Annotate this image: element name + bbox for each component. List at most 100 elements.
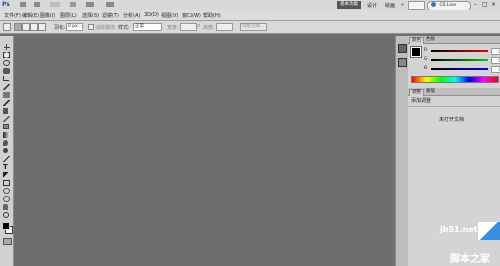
width-label: 宽度: [167,25,179,31]
canvas-workspace[interactable] [14,36,395,266]
menu-window[interactable]: 窗口(W) [182,12,201,19]
menu-image[interactable]: 图像(I) [40,12,55,19]
color-spectrum-bar[interactable] [411,76,499,83]
tab-masks[interactable]: 蒙版 [424,89,437,95]
cs-live-label: CS Live [439,3,457,8]
watermark-site: jb51.net [440,225,478,234]
menu-3d[interactable]: 3D(D) [144,12,159,18]
new-selection-icon[interactable] [14,23,22,31]
history-panel-icon[interactable] [398,44,407,53]
watermark-banner-shape [478,222,500,240]
adjustments-title: 添加调整 [411,98,432,104]
menu-file[interactable]: 文件(F) [4,12,21,19]
launch-bridge-button[interactable] [20,2,26,7]
green-value[interactable]: 0 [491,57,500,64]
zoom-tool-icon[interactable] [3,212,9,218]
menu-layer[interactable]: 图层(L) [60,12,77,19]
intersect-selection-icon[interactable] [38,23,46,31]
menu-help[interactable]: 帮助(H) [203,12,221,19]
maximize-button[interactable]: □ [482,1,488,8]
tool-preset-picker[interactable] [3,23,11,31]
height-label: 高度: [203,25,215,31]
menu-select[interactable]: 选择(S) [82,12,99,19]
red-value[interactable]: 0 [491,48,500,55]
path-selection-tool-icon[interactable] [3,172,8,178]
workspace-essentials-label: 基本功能 [340,2,358,7]
history-brush-tool-icon[interactable] [3,116,10,122]
blue-value[interactable]: 0 [491,66,500,73]
shape-tool-icon[interactable] [3,180,10,186]
refine-edge-button[interactable]: 调整边缘... [240,23,267,31]
blur-tool-icon[interactable] [3,140,8,146]
minimize-button[interactable]: – [474,1,477,8]
menu-analysis[interactable]: 分析(A) [123,12,140,19]
blue-slider-track[interactable] [431,68,488,70]
options-bar: 羽化: 0 px 消除锯齿 样式: 正常 宽度: ⇄ 高度: 调整边缘... [0,21,500,34]
swap-dimensions-icon[interactable]: ⇄ [196,23,200,29]
watermark: jb51.net 脚本之家 [440,222,500,266]
tab-adjustments[interactable]: 调整 [409,89,424,96]
add-selection-icon[interactable] [22,23,30,31]
no-document-message: 未打开文档 [439,117,465,123]
photoshop-logo: Ps [2,1,10,8]
adjust-panel-tabbar: 调整 蒙版 [408,88,500,96]
3d-orbit-tool-icon[interactable] [3,196,10,202]
clone-stamp-tool-icon[interactable] [3,108,8,114]
eyedropper-tool-icon[interactable] [3,84,10,90]
close-button[interactable]: × [491,1,496,8]
actions-panel-icon[interactable] [398,58,407,67]
feather-label: 羽化: [54,25,66,31]
antialias-label: 消除锯齿 [95,25,116,31]
foreground-color-swatch[interactable] [2,222,10,230]
hand-tool-icon[interactable] [3,204,8,210]
marquee-tool-icon[interactable] [3,52,10,58]
height-input[interactable] [216,23,233,31]
red-slider-track[interactable] [431,50,488,52]
brush-tool-icon[interactable] [3,100,10,106]
collapsed-panel-column [395,36,409,266]
hand-tool-button[interactable] [70,2,76,7]
menu-edit[interactable]: 编辑(E) [22,12,39,19]
move-tool-icon[interactable] [3,44,10,50]
antialias-checkbox[interactable] [88,24,94,30]
workspace-essentials-button[interactable]: 基本功能 [337,1,361,9]
style-label: 样式: [118,25,130,31]
arrange-documents-button[interactable] [86,2,94,7]
tools-panel: T [0,36,14,266]
lasso-tool-icon[interactable] [3,60,10,66]
healing-brush-tool-icon[interactable] [3,92,10,98]
workspace-design-tab[interactable]: 设计 [367,2,377,9]
workspace-painting-tab[interactable]: 绘画 [385,2,395,9]
launch-mini-bridge-button[interactable] [34,2,40,7]
zoom-level-button[interactable] [50,2,60,7]
red-slider-label: R [424,48,428,53]
gradient-tool-icon[interactable] [3,132,10,138]
green-slider-track[interactable] [431,59,488,61]
dodge-tool-icon[interactable] [3,148,8,153]
quick-selection-tool-icon[interactable] [3,68,10,74]
quick-mask-icon[interactable] [3,238,12,245]
menu-view[interactable]: 视图(V) [161,12,178,19]
menu-bar: 文件(F) 编辑(E) 图像(I) 图层(L) 选择(S) 滤镜(T) 分析(A… [0,10,500,21]
eraser-tool-icon[interactable] [3,124,9,129]
tab-swatches[interactable]: 色板 [424,37,437,43]
panel-foreground-swatch[interactable] [410,46,422,58]
screen-mode-button[interactable] [106,2,114,7]
workspace-more-button[interactable]: » [401,2,404,8]
feather-input[interactable]: 0 px [66,23,83,31]
crop-tool-icon[interactable] [3,76,9,81]
pen-tool-icon[interactable] [3,156,10,162]
width-input[interactable] [180,23,197,31]
menu-filter[interactable]: 滤镜(T) [102,12,119,19]
subtract-selection-icon[interactable] [30,23,38,31]
watermark-text: 脚本之家 [450,254,490,265]
color-panel-tabbar: 颜色 色板 [408,36,500,44]
type-tool-icon[interactable]: T [3,164,10,171]
search-field[interactable] [408,1,425,10]
panel-divider [408,106,500,107]
green-slider-label: G [424,57,428,62]
tab-color[interactable]: 颜色 [409,37,424,44]
3d-rotate-tool-icon[interactable] [3,188,10,194]
blue-slider-label: B [424,66,428,71]
style-select[interactable]: 正常 [133,23,162,31]
